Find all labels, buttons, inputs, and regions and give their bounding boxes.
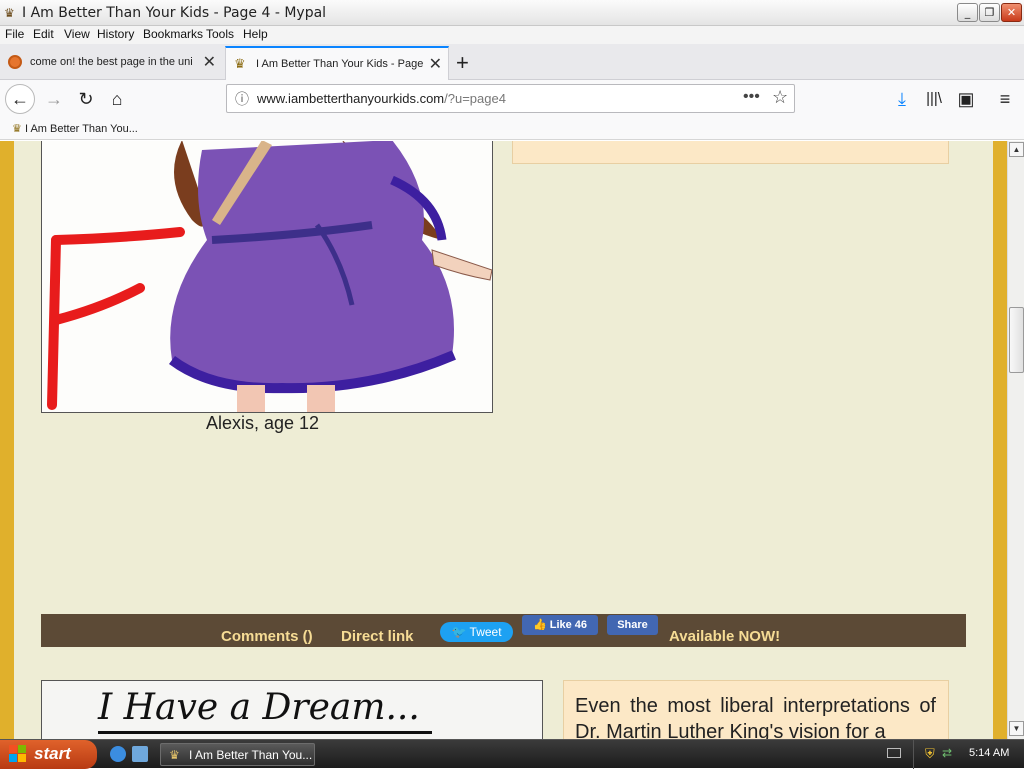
crown-favicon-icon: ♛ [234, 56, 246, 71]
tab-iambetter[interactable]: ♛ I Am Better Than Your Kids - Page ✕ [225, 46, 449, 80]
start-button[interactable]: start [0, 740, 97, 769]
grade-f-middle [51, 283, 145, 325]
dream-cartoon-image: I Have a Dream... [41, 680, 543, 739]
tweet-label: Tweet [469, 625, 502, 639]
like-label: Like 46 [549, 619, 588, 631]
thumbs-up-icon: 👍 [532, 619, 547, 631]
page-actions-icon[interactable]: ••• [743, 88, 760, 106]
dream-title: I Have a Dream... [98, 687, 420, 728]
window-title: I Am Better Than Your Kids - Page 4 - My… [22, 5, 327, 21]
home-icon[interactable]: ⌂ [103, 86, 131, 114]
bookmarks-bar: ♛ I Am Better Than You... [0, 118, 1024, 140]
site-info-icon[interactable]: ⓘ [235, 89, 249, 109]
tweet-button[interactable]: 🐦 Tweet [440, 622, 513, 642]
crown-icon: ♛ [12, 123, 22, 135]
library-icon[interactable]: |||\ [920, 86, 948, 114]
share-bar: Comments () Direct link 🐦 Tweet 👍 Like 4… [41, 614, 966, 647]
url-text[interactable]: www.iambetterthanyourkids.com/?u=page4 [257, 91, 506, 106]
bookmark-label: I Am Better Than You... [24, 123, 138, 135]
taskbar-window-label: I Am Better Than You... [189, 748, 313, 762]
leg-left [237, 385, 265, 412]
facebook-share-button[interactable]: Share [607, 615, 658, 635]
site-favicon-icon [8, 55, 22, 69]
page-content: Alexis, age 12 Comments () Direct link 🐦… [0, 141, 1007, 739]
menu-edit[interactable]: Edit [33, 27, 54, 41]
taskbar-window-button[interactable]: ♛ I Am Better Than You... [160, 743, 315, 766]
left-gold-border [0, 141, 14, 739]
menu-history[interactable]: History [97, 27, 134, 41]
tab-label: I Am Better Than Your Kids - Page [256, 58, 424, 70]
scroll-thumb[interactable] [1009, 307, 1024, 373]
facebook-like-button[interactable]: 👍 Like 46 [522, 615, 598, 635]
text-box-paragraph: Even the most liberal interpretations of… [575, 695, 936, 739]
grade-f-top [51, 227, 185, 245]
right-gold-border [993, 141, 1007, 739]
text-box: Even the most liberal interpretations of… [563, 680, 949, 739]
close-button[interactable]: ✕ [1001, 3, 1022, 22]
downloads-icon[interactable]: ⤓ [888, 86, 916, 114]
cartoon-image [41, 141, 493, 413]
nav-bar: ← → ↻ ⌂ ⓘ www.iambetterthanyourkids.com/… [0, 80, 1024, 118]
dream-underline [98, 731, 432, 734]
network-icon[interactable]: ⇄ [942, 746, 952, 760]
mypal-icon: ♛ [169, 748, 180, 762]
image-caption: Alexis, age 12 [206, 413, 320, 433]
menu-bar: File Edit View History Bookmarks Tools H… [0, 26, 1024, 44]
menu-tools[interactable]: Tools [206, 27, 234, 41]
security-shield-icon[interactable]: ⛨ [925, 746, 935, 762]
internet-explorer-icon[interactable] [110, 746, 126, 762]
show-desktop-icon[interactable] [132, 746, 148, 762]
available-now-link[interactable]: Available NOW! [669, 628, 780, 645]
tab-close-icon[interactable]: ✕ [198, 52, 216, 72]
minimize-button[interactable]: _ [957, 3, 978, 22]
leg-right [307, 385, 335, 412]
keyboard-icon[interactable] [887, 748, 901, 758]
comments-link[interactable]: Comments () [221, 628, 313, 645]
tab-close-icon[interactable]: ✕ [424, 54, 442, 74]
reload-icon[interactable]: ↻ [72, 86, 100, 114]
tab-strip: come on! the best page in the uni ✕ ♛ I … [0, 44, 1024, 80]
cartoon-drawing [47, 141, 492, 412]
url-bar[interactable]: ⓘ www.iambetterthanyourkids.com/?u=page4… [226, 84, 795, 113]
scroll-down-arrow-icon[interactable]: ▼ [1009, 721, 1024, 736]
menu-help[interactable]: Help [243, 27, 268, 41]
tab-label: come on! the best page in the uni [30, 56, 193, 68]
twitter-bird-icon: 🐦 [451, 625, 467, 639]
forward-icon[interactable]: → [40, 86, 68, 114]
windows-flag-icon [9, 745, 27, 763]
vertical-scrollbar[interactable]: ▲ ▼ [1007, 141, 1024, 739]
maximize-button[interactable]: ❐ [979, 3, 1000, 22]
menu-file[interactable]: File [5, 27, 24, 41]
scroll-up-arrow-icon[interactable]: ▲ [1009, 142, 1024, 157]
app-icon: ♛ [4, 6, 15, 20]
system-tray: ⛨ ⇄ 5:14 AM [913, 740, 1024, 769]
url-domain: www.iambetterthanyourkids.com [257, 91, 445, 106]
back-icon[interactable]: ← [5, 84, 35, 114]
text-box-top [512, 141, 949, 164]
direct-link[interactable]: Direct link [341, 628, 414, 645]
start-label: start [34, 744, 71, 763]
bookmark-item[interactable]: ♛ I Am Better Than You... [12, 122, 138, 135]
dress-body [170, 141, 454, 385]
sidebar-icon[interactable]: ▣ [952, 86, 980, 114]
bookmark-star-icon[interactable]: ☆ [772, 87, 788, 108]
title-bar: ♛ I Am Better Than Your Kids - Page 4 - … [0, 0, 1024, 26]
taskbar: start ♛ I Am Better Than You... ⛨ ⇄ 5:14… [0, 739, 1024, 769]
clock: 5:14 AM [969, 747, 1010, 759]
menu-view[interactable]: View [64, 27, 90, 41]
menu-bookmarks[interactable]: Bookmarks [143, 27, 203, 41]
menu-hamburger-icon[interactable]: ≡ [991, 86, 1019, 114]
url-path: /?u=page4 [444, 91, 506, 106]
tab-come-on[interactable]: come on! the best page in the uni ✕ [0, 46, 222, 80]
new-tab-icon[interactable]: + [456, 50, 469, 76]
